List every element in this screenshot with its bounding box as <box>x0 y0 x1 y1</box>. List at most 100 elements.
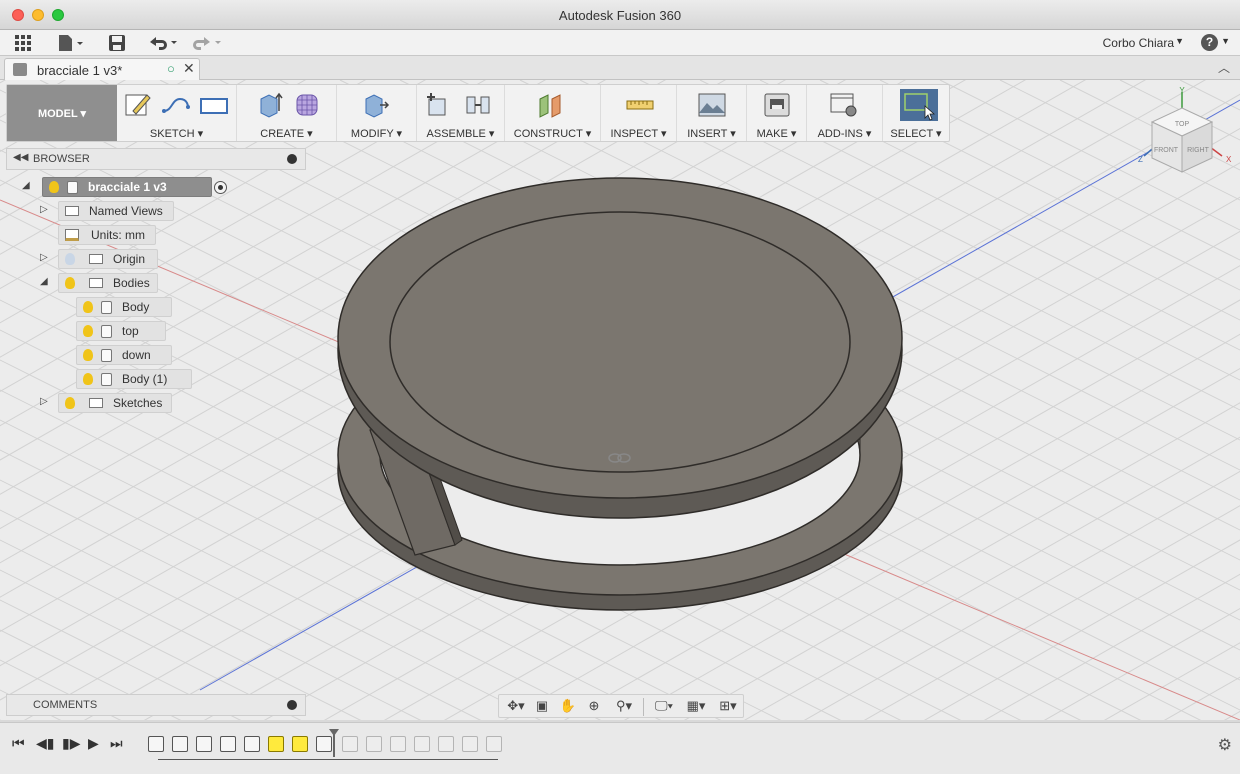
collapse-arrow-icon[interactable]: ◢ <box>22 180 30 191</box>
data-panel-grid-icon[interactable] <box>12 33 34 53</box>
expand-arrow-icon[interactable]: ▷ <box>40 396 48 407</box>
fit-zoom-icon[interactable]: ⚲▾ <box>609 697 639 715</box>
visibility-bulb-off-icon[interactable] <box>65 253 75 265</box>
play-icon[interactable]: ▶ <box>88 735 99 752</box>
joint-icon[interactable] <box>463 91 493 119</box>
add-comment-icon[interactable] <box>287 700 297 710</box>
comments-panel-header[interactable]: COMMENTS <box>6 694 306 716</box>
extrude-icon[interactable] <box>255 91 285 119</box>
pan-hand-icon[interactable]: ✋ <box>557 697 579 715</box>
timeline-selected-feature[interactable] <box>292 736 308 752</box>
form-icon[interactable] <box>293 91 323 119</box>
display-settings-icon[interactable]: 🖵▾ <box>649 697 679 715</box>
step-forward-icon[interactable]: ▮▶ <box>62 735 80 752</box>
sketch-group[interactable]: SKETCH ▾ <box>117 85 237 141</box>
press-pull-icon[interactable] <box>361 91 391 119</box>
activate-component-icon[interactable] <box>214 181 227 194</box>
insert-menu-label[interactable]: INSERT ▾ <box>677 127 746 140</box>
pin-panel-icon[interactable] <box>287 154 297 164</box>
close-tab-icon[interactable]: ✕ <box>183 60 195 77</box>
workspace-switcher[interactable]: MODEL ▾ <box>7 85 117 141</box>
visibility-bulb-icon[interactable] <box>83 349 93 361</box>
timeline-extrude-feature[interactable] <box>220 736 236 752</box>
expand-arrow-icon[interactable]: ▷ <box>40 252 48 263</box>
chevron-down-icon[interactable]: ▼ <box>1221 36 1230 46</box>
insert-group[interactable]: INSERT ▾ <box>677 85 747 141</box>
zoom-icon[interactable]: ⊕ <box>583 697 605 715</box>
expand-arrow-icon[interactable]: ▷ <box>40 204 48 215</box>
select-arrow-icon[interactable] <box>899 88 939 122</box>
create-menu-label[interactable]: CREATE ▾ <box>237 127 336 140</box>
add-ins-menu-label[interactable]: ADD-INS ▾ <box>807 127 882 140</box>
timeline-suppressed-feature[interactable] <box>462 736 478 752</box>
visibility-bulb-icon[interactable] <box>83 301 93 313</box>
measure-icon[interactable] <box>625 91 655 119</box>
redo-icon[interactable] <box>190 33 224 53</box>
timeline-sketch-feature[interactable] <box>196 736 212 752</box>
chevron-down-icon[interactable]: ▼ <box>1175 36 1184 46</box>
step-back-icon[interactable]: ◀▮ <box>36 735 54 752</box>
select-group[interactable]: SELECT ▾ <box>883 85 949 141</box>
timeline-suppressed-feature[interactable] <box>390 736 406 752</box>
modify-menu-label[interactable]: MODIFY ▾ <box>337 127 416 140</box>
timeline-selected-feature[interactable] <box>268 736 284 752</box>
create-sketch-icon[interactable] <box>123 91 153 119</box>
timeline-sketch-feature[interactable] <box>148 736 164 752</box>
visibility-bulb-icon[interactable] <box>49 181 59 193</box>
construct-menu-label[interactable]: CONSTRUCT ▾ <box>505 127 600 140</box>
collapse-arrow-icon[interactable]: ◢ <box>40 276 48 287</box>
go-to-start-icon[interactable]: ⏮ <box>12 735 25 752</box>
3d-canvas[interactable] <box>0 80 1240 720</box>
timeline-suppressed-feature[interactable] <box>486 736 502 752</box>
navigation-bar: ✥▾ ▣ ✋ ⊕ ⚲▾ 🖵▾ ▦▾ ⊞▾ <box>498 694 744 718</box>
inspect-menu-label[interactable]: INSPECT ▾ <box>601 127 676 140</box>
grid-settings-icon[interactable]: ▦▾ <box>681 697 711 715</box>
timeline-suppressed-feature[interactable] <box>438 736 454 752</box>
collapse-panel-icon[interactable]: ◀◀ <box>13 152 28 163</box>
timeline-sketch-feature[interactable] <box>244 736 260 752</box>
look-at-icon[interactable]: ▣ <box>531 697 553 715</box>
make-group[interactable]: MAKE ▾ <box>747 85 807 141</box>
orbit-icon[interactable]: ✥▾ <box>503 697 529 715</box>
insert-image-icon[interactable] <box>697 91 727 119</box>
create-group[interactable]: CREATE ▾ <box>237 85 337 141</box>
visibility-bulb-icon[interactable] <box>65 277 75 289</box>
bracelet-top-ring[interactable] <box>337 177 903 519</box>
timeline-suppressed-feature[interactable] <box>366 736 382 752</box>
visibility-bulb-icon[interactable] <box>83 373 93 385</box>
save-icon[interactable] <box>106 33 128 53</box>
help-icon[interactable]: ? <box>1201 34 1218 51</box>
viewcube[interactable]: TOP FRONT RIGHT Y X Z <box>1136 86 1234 182</box>
make-menu-label[interactable]: MAKE ▾ <box>747 127 806 140</box>
user-account-name[interactable]: Corbo Chiara <box>1103 36 1174 50</box>
inspect-group[interactable]: INSPECT ▾ <box>601 85 677 141</box>
offset-plane-icon[interactable] <box>537 91 567 119</box>
collapse-chevron-icon[interactable]: ︿ <box>1218 59 1230 76</box>
assemble-menu-label[interactable]: ASSEMBLE ▾ <box>417 127 504 140</box>
timeline-marker[interactable] <box>329 729 339 757</box>
undo-icon[interactable] <box>146 33 180 53</box>
spline-icon[interactable] <box>161 91 191 119</box>
timeline-extrude-feature[interactable] <box>172 736 188 752</box>
3d-print-icon[interactable] <box>762 91 792 119</box>
browser-panel-header[interactable]: ◀◀ BROWSER <box>6 148 306 170</box>
visibility-bulb-icon[interactable] <box>65 397 75 409</box>
add-ins-group[interactable]: ADD-INS ▾ <box>807 85 883 141</box>
sketch-menu-label[interactable]: SKETCH ▾ <box>117 127 236 140</box>
file-menu-icon[interactable] <box>56 33 86 53</box>
rectangle-icon[interactable] <box>199 91 229 119</box>
new-component-icon[interactable] <box>423 91 453 119</box>
document-tab[interactable]: bracciale 1 v3* ○ ✕ <box>4 58 200 80</box>
timeline-suppressed-feature[interactable] <box>414 736 430 752</box>
gear-icon[interactable]: ⚙ <box>1218 735 1232 755</box>
timeline-extrude-feature[interactable] <box>316 736 332 752</box>
viewports-icon[interactable]: ⊞▾ <box>713 697 743 715</box>
go-to-end-icon[interactable]: ⏭ <box>110 735 123 752</box>
select-menu-label[interactable]: SELECT ▾ <box>883 127 949 140</box>
modify-group[interactable]: MODIFY ▾ <box>337 85 417 141</box>
assemble-group[interactable]: ASSEMBLE ▾ <box>417 85 505 141</box>
scripts-icon[interactable] <box>829 91 859 119</box>
visibility-bulb-icon[interactable] <box>83 325 93 337</box>
timeline-suppressed-feature[interactable] <box>342 736 358 752</box>
construct-group[interactable]: CONSTRUCT ▾ <box>505 85 601 141</box>
